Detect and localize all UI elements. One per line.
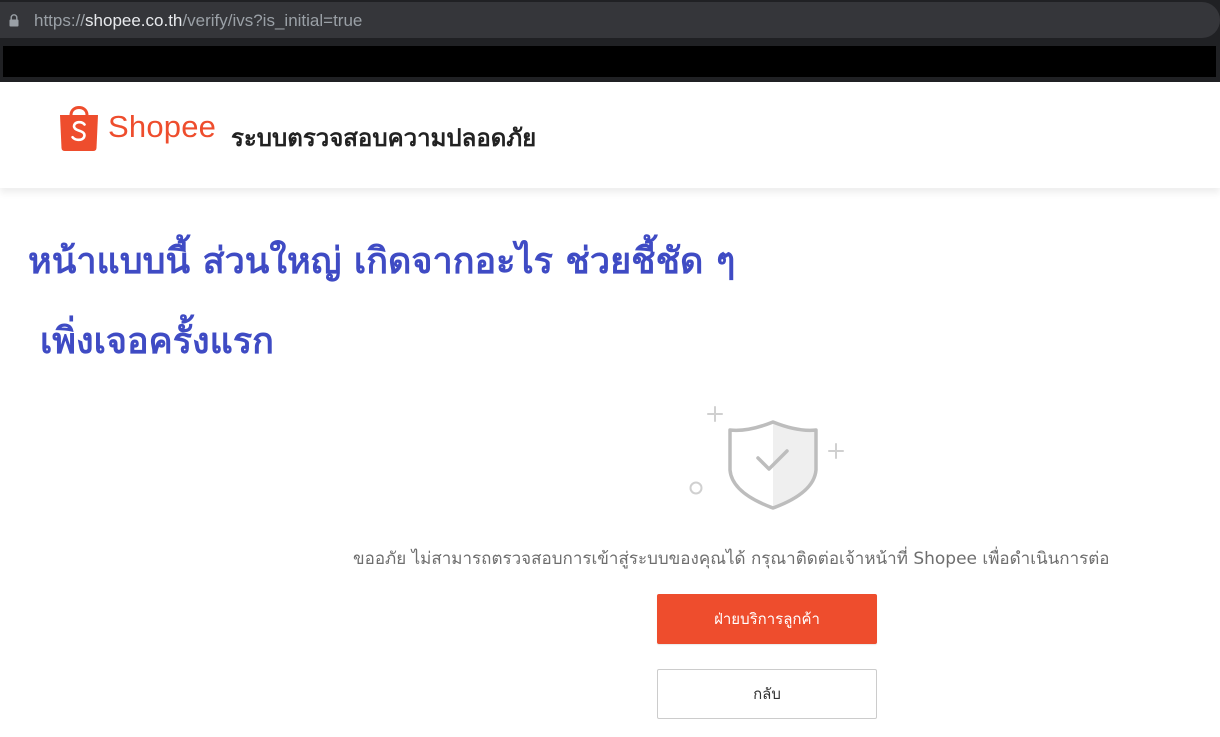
redaction-block — [3, 46, 1216, 77]
site-header: Shopee ระบบตรวจสอบความปลอดภัย — [0, 82, 1220, 188]
url-field[interactable]: https://shopee.co.th/verify/ivs?is_initi… — [0, 2, 1220, 38]
url-host: shopee.co.th — [85, 11, 183, 30]
shopee-logo[interactable]: Shopee — [58, 102, 216, 152]
redacted-bookmarks-bar — [0, 41, 1220, 82]
url-path: /verify/ivs?is_initial=true — [182, 11, 363, 30]
brand-name: Shopee — [108, 109, 217, 144]
back-button[interactable]: กลับ — [657, 669, 877, 719]
page-title: ระบบตรวจสอบความปลอดภัย — [231, 124, 537, 152]
annotation-note: เพิ่งเจอครั้งแรก — [40, 320, 274, 362]
url-text[interactable]: https://shopee.co.th/verify/ivs?is_initi… — [34, 11, 362, 31]
lock-icon[interactable] — [9, 14, 19, 27]
annotation-question: หน้าแบบนี้ ส่วนใหญ่ เกิดจากอะไร ช่วยชี้ช… — [28, 240, 736, 282]
error-message: ขออภัย ไม่สามารถตรวจสอบการเข้าสู่ระบบของ… — [353, 549, 1110, 569]
shield-check-icon — [689, 406, 844, 510]
customer-service-button[interactable]: ฝ่ายบริการลูกค้า — [657, 594, 877, 644]
browser-address-bar: https://shopee.co.th/verify/ivs?is_initi… — [0, 0, 1220, 41]
url-prefix: https:// — [34, 11, 86, 30]
shopping-bag-logo-icon — [60, 106, 98, 151]
